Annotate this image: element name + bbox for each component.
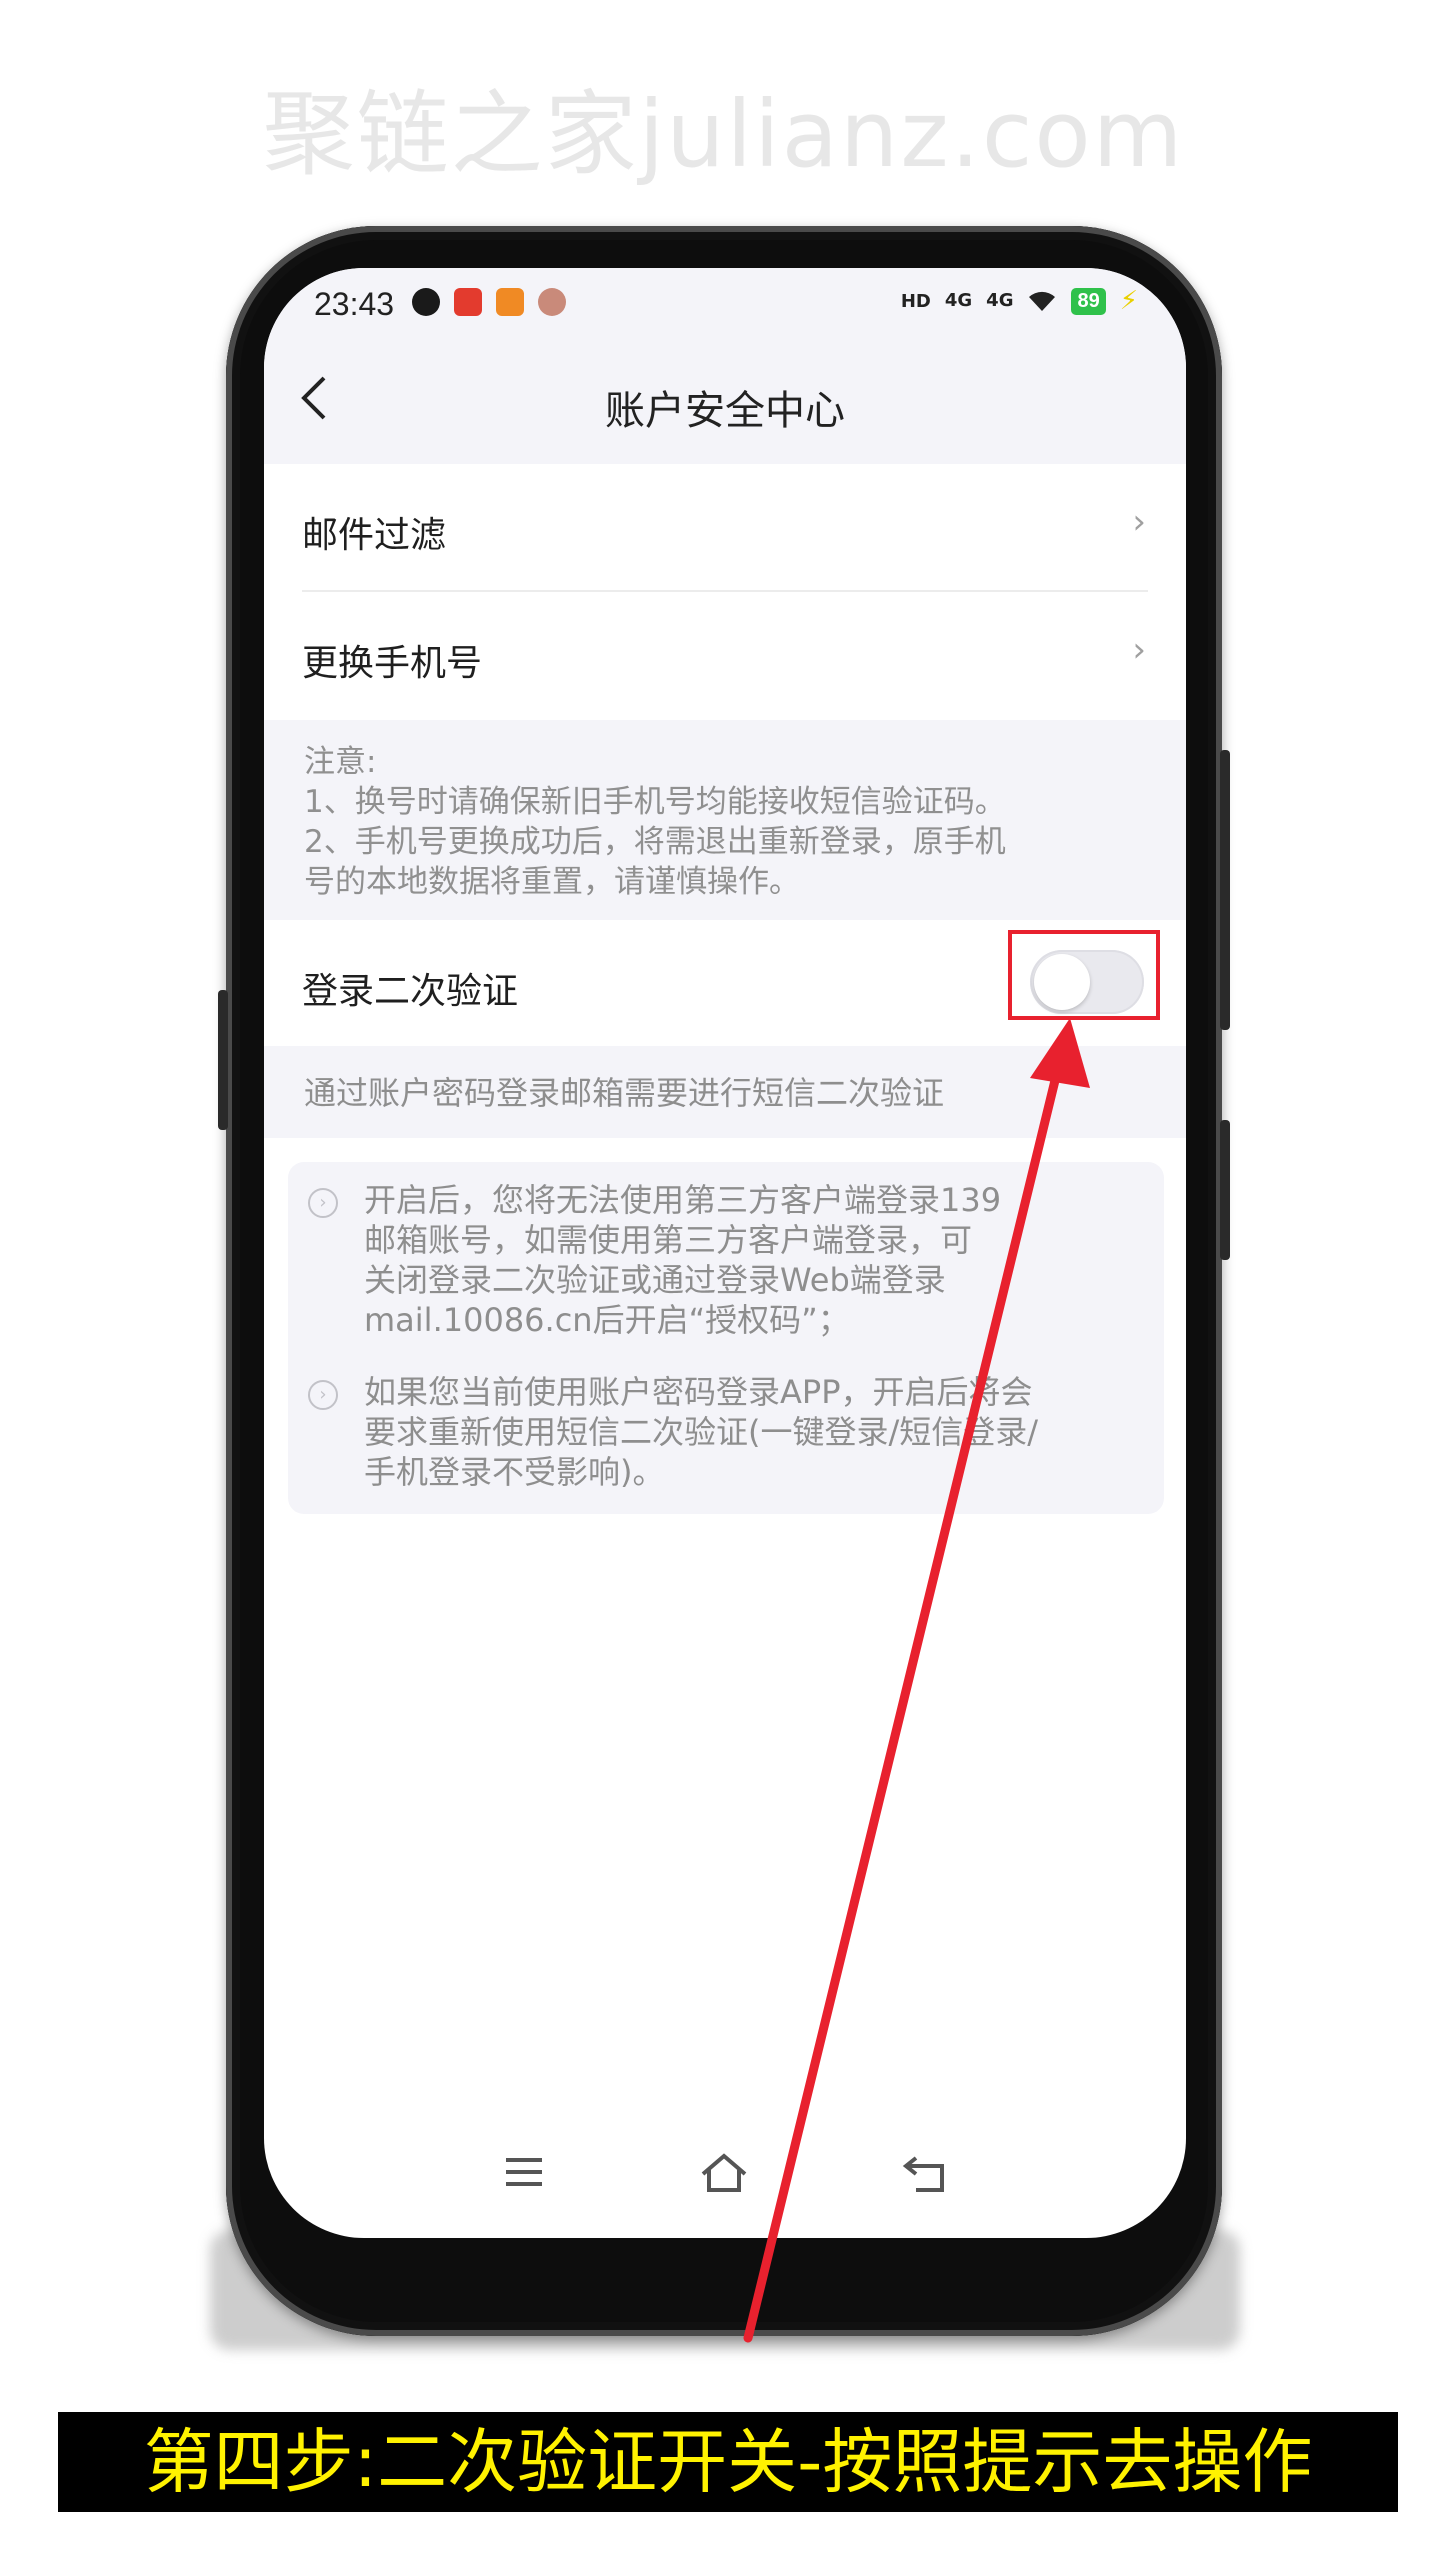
annotation-arrow: [743, 1018, 1090, 2343]
